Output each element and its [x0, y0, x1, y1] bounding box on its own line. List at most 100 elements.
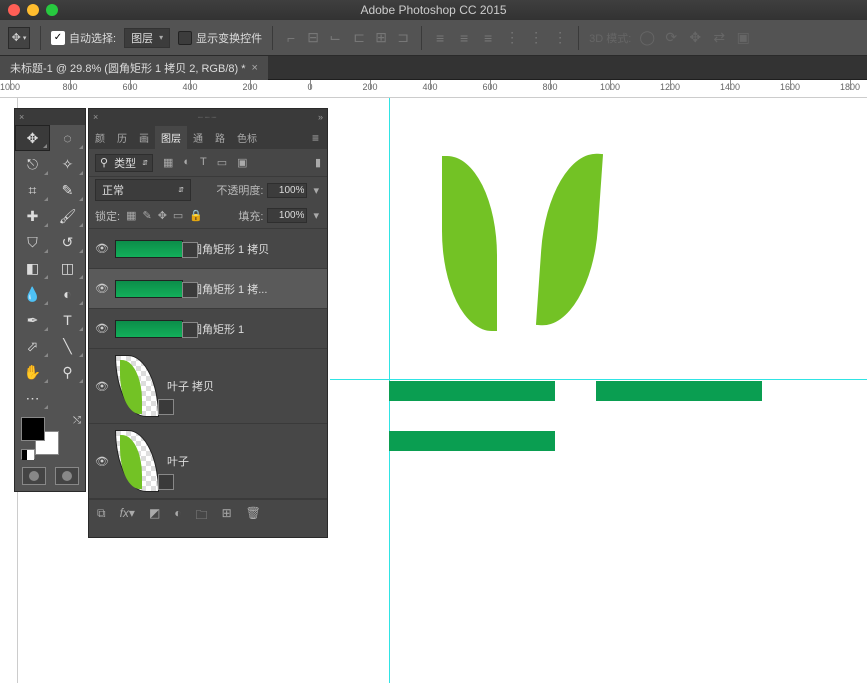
- close-document-icon[interactable]: ×: [252, 62, 258, 74]
- layer-row[interactable]: 👁 圆角矩形 1 拷贝: [89, 229, 327, 269]
- default-colors-icon[interactable]: [21, 449, 35, 459]
- canvas[interactable]: [330, 98, 867, 683]
- visibility-toggle-icon[interactable]: 👁: [89, 322, 115, 335]
- layer-thumbnail[interactable]: [115, 320, 183, 338]
- visibility-toggle-icon[interactable]: 👁: [89, 242, 115, 255]
- new-layer-icon[interactable]: ⊞: [222, 506, 232, 527]
- lasso-tool[interactable]: ⎋: [15, 151, 50, 177]
- lock-all-icon[interactable]: 🔒: [189, 209, 203, 222]
- new-adjustment-icon[interactable]: ◐: [174, 506, 181, 527]
- blur-tool[interactable]: 💧: [15, 281, 50, 307]
- visibility-toggle-icon[interactable]: 👁: [89, 455, 115, 468]
- layer-thumbnail[interactable]: [115, 430, 159, 492]
- link-layers-icon[interactable]: ⧉: [97, 506, 106, 527]
- filter-pixel-icon[interactable]: ▦: [163, 156, 173, 169]
- align-bottom-icon[interactable]: ⌙: [327, 29, 343, 47]
- fill-input[interactable]: [267, 208, 307, 223]
- filter-smart-icon[interactable]: ▣: [237, 156, 247, 169]
- zoom-3d-icon[interactable]: ▣: [735, 29, 751, 47]
- panel-tab[interactable]: 路: [209, 126, 231, 149]
- screen-mode-icon[interactable]: [55, 467, 79, 485]
- lock-image-icon[interactable]: ✎: [142, 209, 151, 222]
- foreground-color[interactable]: [21, 417, 45, 441]
- fill-scrub-icon[interactable]: ▾: [311, 209, 321, 222]
- crop-tool[interactable]: ⌗: [15, 177, 50, 203]
- align-left-icon[interactable]: ⊏: [351, 29, 367, 47]
- show-transform-checkbox[interactable]: 显示变换控件: [178, 30, 262, 46]
- hand-tool[interactable]: ✋: [15, 359, 50, 385]
- panel-tab[interactable]: 画: [133, 126, 155, 149]
- quick-mask-icon[interactable]: [22, 467, 46, 485]
- distribute-bottom-icon[interactable]: ≡: [480, 29, 496, 47]
- panel-tab[interactable]: 颜: [89, 126, 111, 149]
- move-tool[interactable]: ✥: [15, 125, 50, 151]
- align-hcenter-icon[interactable]: ⊞: [373, 29, 389, 47]
- opacity-scrub-icon[interactable]: ▾: [311, 184, 321, 197]
- marquee-ellipse-tool[interactable]: ◌: [50, 125, 85, 151]
- zoom-tool[interactable]: ⚲: [50, 359, 85, 385]
- layer-fx-icon[interactable]: fx▾: [120, 506, 135, 527]
- eraser-tool[interactable]: ◧: [15, 255, 50, 281]
- spot-heal-tool[interactable]: ✚: [15, 203, 50, 229]
- auto-select-checkbox[interactable]: ✓ 自动选择:: [51, 30, 116, 46]
- gradient-tool[interactable]: ◫: [50, 255, 85, 281]
- wand-tool[interactable]: ✧: [50, 151, 85, 177]
- type-tool[interactable]: T: [50, 307, 85, 333]
- layer-row[interactable]: 👁圆角矩形 1: [89, 309, 327, 349]
- layer-thumbnail[interactable]: [115, 280, 183, 298]
- lock-position-icon[interactable]: ✥: [158, 209, 167, 222]
- filter-toggle-icon[interactable]: ▮: [315, 156, 321, 169]
- layer-row[interactable]: 👁叶子 拷贝: [89, 349, 327, 424]
- layer-thumbnail[interactable]: [115, 240, 183, 258]
- line-tool[interactable]: ╲: [50, 333, 85, 359]
- layer-row[interactable]: 👁 叶子: [89, 424, 327, 499]
- panel-tab[interactable]: 色标: [231, 126, 263, 149]
- align-top-icon[interactable]: ⌐: [283, 29, 299, 47]
- close-window-button[interactable]: [8, 4, 20, 16]
- align-right-icon[interactable]: ⊐: [395, 29, 411, 47]
- delete-layer-icon[interactable]: 🗑: [246, 506, 261, 527]
- history-brush-tool[interactable]: ↺: [50, 229, 85, 255]
- add-mask-icon[interactable]: ◩: [149, 506, 160, 527]
- layer-name[interactable]: 圆角矩形 1 拷...: [191, 281, 321, 297]
- dodge-tool[interactable]: ◐: [50, 281, 85, 307]
- filter-kind-dropdown[interactable]: ⚲类型⇵: [95, 154, 153, 172]
- tool-preset-button[interactable]: ✥▾: [8, 27, 30, 49]
- horizontal-ruler[interactable]: 1000800600400200020040060080010001200140…: [0, 80, 867, 98]
- document-tab[interactable]: 未标题-1 @ 29.8% (圆角矩形 1 拷贝 2, RGB/8) * ×: [0, 56, 268, 80]
- more-tool[interactable]: ⋯: [15, 385, 50, 411]
- opacity-input[interactable]: [267, 183, 307, 198]
- new-group-icon[interactable]: 🗀: [196, 506, 208, 527]
- panel-tab[interactable]: 历: [111, 126, 133, 149]
- filter-adjust-icon[interactable]: ◐: [183, 156, 190, 169]
- panel-tab[interactable]: 通: [187, 126, 209, 149]
- minimize-window-button[interactable]: [27, 4, 39, 16]
- distribute-right-icon[interactable]: ⋮: [552, 29, 568, 47]
- lock-transparent-icon[interactable]: ▦: [126, 209, 136, 222]
- distribute-hcenter-icon[interactable]: ⋮: [528, 29, 544, 47]
- distribute-top-icon[interactable]: ≡: [432, 29, 448, 47]
- layer-name[interactable]: 圆角矩形 1 拷贝: [191, 241, 321, 257]
- lock-artboard-icon[interactable]: ▭: [173, 209, 183, 222]
- orbit-3d-icon[interactable]: ◯: [639, 29, 655, 47]
- auto-select-target-dropdown[interactable]: 图层▾: [124, 28, 170, 48]
- distribute-left-icon[interactable]: ⋮: [504, 29, 520, 47]
- close-panel-icon[interactable]: ×: [19, 112, 24, 122]
- visibility-toggle-icon[interactable]: 👁: [89, 380, 115, 393]
- panel-grip-icon[interactable]: ┈┈┈: [98, 113, 318, 122]
- panel-menu-icon[interactable]: ≡: [308, 127, 323, 149]
- collapse-tabgroup-icon[interactable]: »: [318, 112, 323, 122]
- align-vcenter-icon[interactable]: ⊟: [305, 29, 321, 47]
- filter-shape-icon[interactable]: ▭: [217, 156, 227, 169]
- zoom-window-button[interactable]: [46, 4, 58, 16]
- visibility-toggle-icon[interactable]: 👁: [89, 282, 115, 295]
- layer-thumbnail[interactable]: [115, 355, 159, 417]
- layer-row[interactable]: 👁 圆角矩形 1 拷...: [89, 269, 327, 309]
- distribute-vcenter-icon[interactable]: ≡: [456, 29, 472, 47]
- slide-3d-icon[interactable]: ⇄: [711, 29, 727, 47]
- filter-type-icon[interactable]: T: [200, 156, 207, 169]
- layer-name[interactable]: 叶子: [167, 453, 321, 469]
- pan-3d-icon[interactable]: ✥: [687, 29, 703, 47]
- brush-tool[interactable]: 🖌: [50, 203, 85, 229]
- stamp-tool[interactable]: ⛉: [15, 229, 50, 255]
